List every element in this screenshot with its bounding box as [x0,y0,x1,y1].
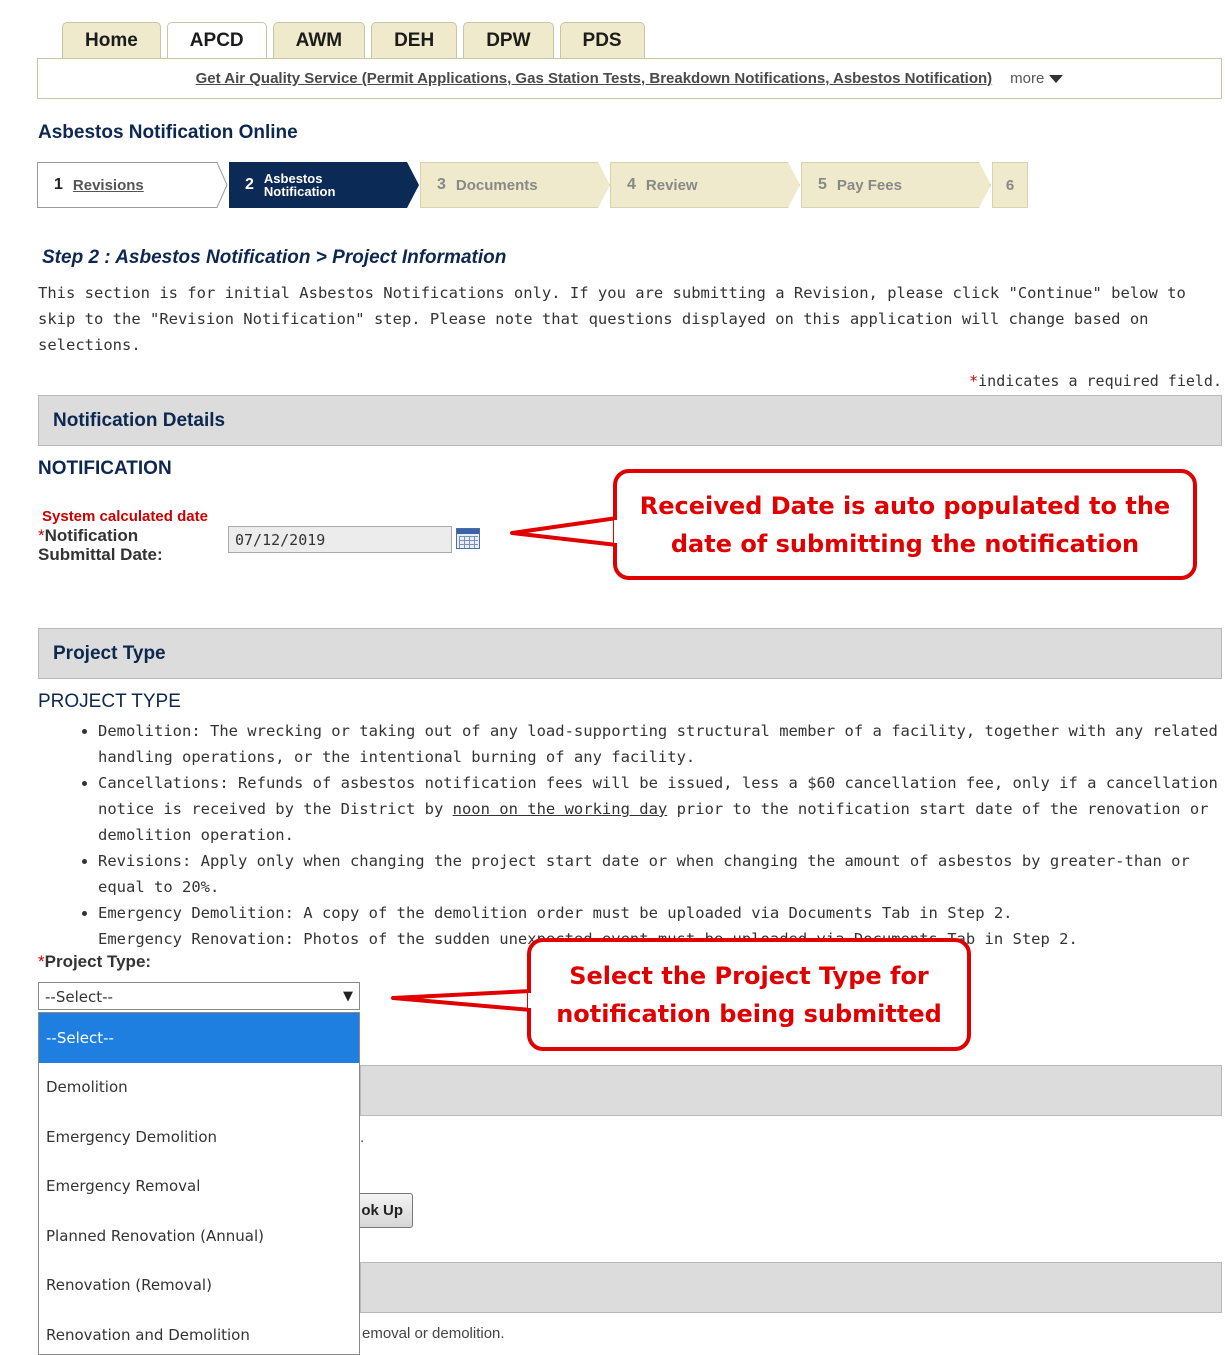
air-quality-service-link[interactable]: Get Air Quality Service (Permit Applicat… [196,70,993,87]
step-label: Pay Fees [836,176,902,194]
submittal-date-label: *Notification Submittal Date: [38,526,218,564]
project-type-callout: Select the Project Type for notification… [527,938,971,1051]
required-star: * [969,372,979,390]
project-type-subheading: PROJECT TYPE [38,691,181,712]
list-item: Demolition: The wrecking or taking out o… [98,718,1218,770]
step-number: 2 [245,176,254,193]
section-bar-obscured [360,1065,1222,1116]
step-label: Review [645,176,698,194]
list-item: Cancellations: Refunds of asbestos notif… [98,770,1218,848]
obscured-text: emoval or demolition. [362,1325,505,1342]
project-type-select[interactable]: --Select-- ▼ [38,982,360,1010]
received-date-callout: Received Date is auto populated to the d… [613,469,1197,580]
option-demolition[interactable]: Demolition [39,1063,359,1113]
look-up-button[interactable]: ok Up [355,1193,413,1228]
project-type-label-text: Project Type: [44,952,152,971]
step-review: 4 Review [610,162,800,208]
step-heading: Step 2 : Asbestos Notification > Project… [42,247,507,268]
more-menu[interactable]: more [1010,70,1064,87]
obscured-text: . [360,1129,365,1146]
step-number: 5 [818,176,827,193]
callout-pointer-2 [391,989,533,1012]
section-bar-obscured [360,1262,1222,1313]
step-asbestos-notification: 2 Asbestos Notification [229,162,419,208]
required-note-text: indicates a required field. [978,372,1222,390]
select-value: --Select-- [45,988,113,1006]
tab-pds[interactable]: PDS [559,22,645,58]
submittal-date-label-text: Notification Submittal Date: [38,526,163,564]
required-star: * [38,526,45,545]
required-note: *indicates a required field. [969,372,1222,390]
step-label: Asbestos Notification [264,172,336,198]
dropdown-arrow-icon: ▼ [343,989,353,1004]
step-6: 6 [992,162,1028,208]
step-number: 4 [627,176,636,193]
step-label-line2: Notification [263,184,336,199]
caret-down-icon [1049,74,1064,83]
step-arrow-outline [37,162,228,208]
cancellation-deadline: noon on the working day [452,800,668,818]
list-item: Revisions: Apply only when changing the … [98,848,1218,900]
project-type-label: *Project Type: [38,952,151,972]
tab-home[interactable]: Home [62,22,161,58]
option-renovation-demolition[interactable]: Renovation and Demolition [39,1310,359,1354]
tab-apcd[interactable]: APCD [166,22,267,59]
required-star: * [38,952,45,971]
section-project-type: Project Type [38,628,1222,679]
more-label: more [1010,70,1045,87]
intro-text: This section is for initial Asbestos Not… [38,284,1186,354]
project-type-options: --Select-- Demolition Emergency Demoliti… [38,1012,360,1355]
option-select[interactable]: --Select-- [39,1013,359,1063]
step-number: 3 [437,176,446,193]
project-type-definitions: Demolition: The wrecking or taking out o… [38,718,1218,952]
tab-awm[interactable]: AWM [272,22,366,58]
service-bar: Get Air Quality Service (Permit Applicat… [37,58,1222,99]
calendar-icon[interactable] [456,528,480,549]
step-documents: 3 Documents [420,162,610,208]
top-tabs: Home APCD AWM DEH DPW PDS [62,22,645,59]
step-label: Documents [455,176,538,194]
option-renovation-removal[interactable]: Renovation (Removal) [39,1261,359,1311]
system-calculated-note: System calculated date [42,508,208,525]
step-pay-fees: 5 Pay Fees [801,162,991,208]
step-number: 6 [1005,176,1015,194]
tab-deh[interactable]: DEH [371,22,458,58]
notification-subheading: NOTIFICATION [38,458,172,479]
section-notification-details: Notification Details [38,395,1222,446]
page-title: Asbestos Notification Online [38,122,298,143]
option-planned-renovation[interactable]: Planned Renovation (Annual) [39,1211,359,1261]
submittal-date-field[interactable]: 07/12/2019 [228,526,452,553]
option-emergency-demolition[interactable]: Emergency Demolition [39,1112,359,1162]
callout-pointer-1 [510,516,619,547]
emergency-demolition-text: Emergency Demolition: A copy of the demo… [98,904,1013,922]
option-emergency-removal[interactable]: Emergency Removal [39,1162,359,1212]
tab-dpw[interactable]: DPW [463,22,554,58]
